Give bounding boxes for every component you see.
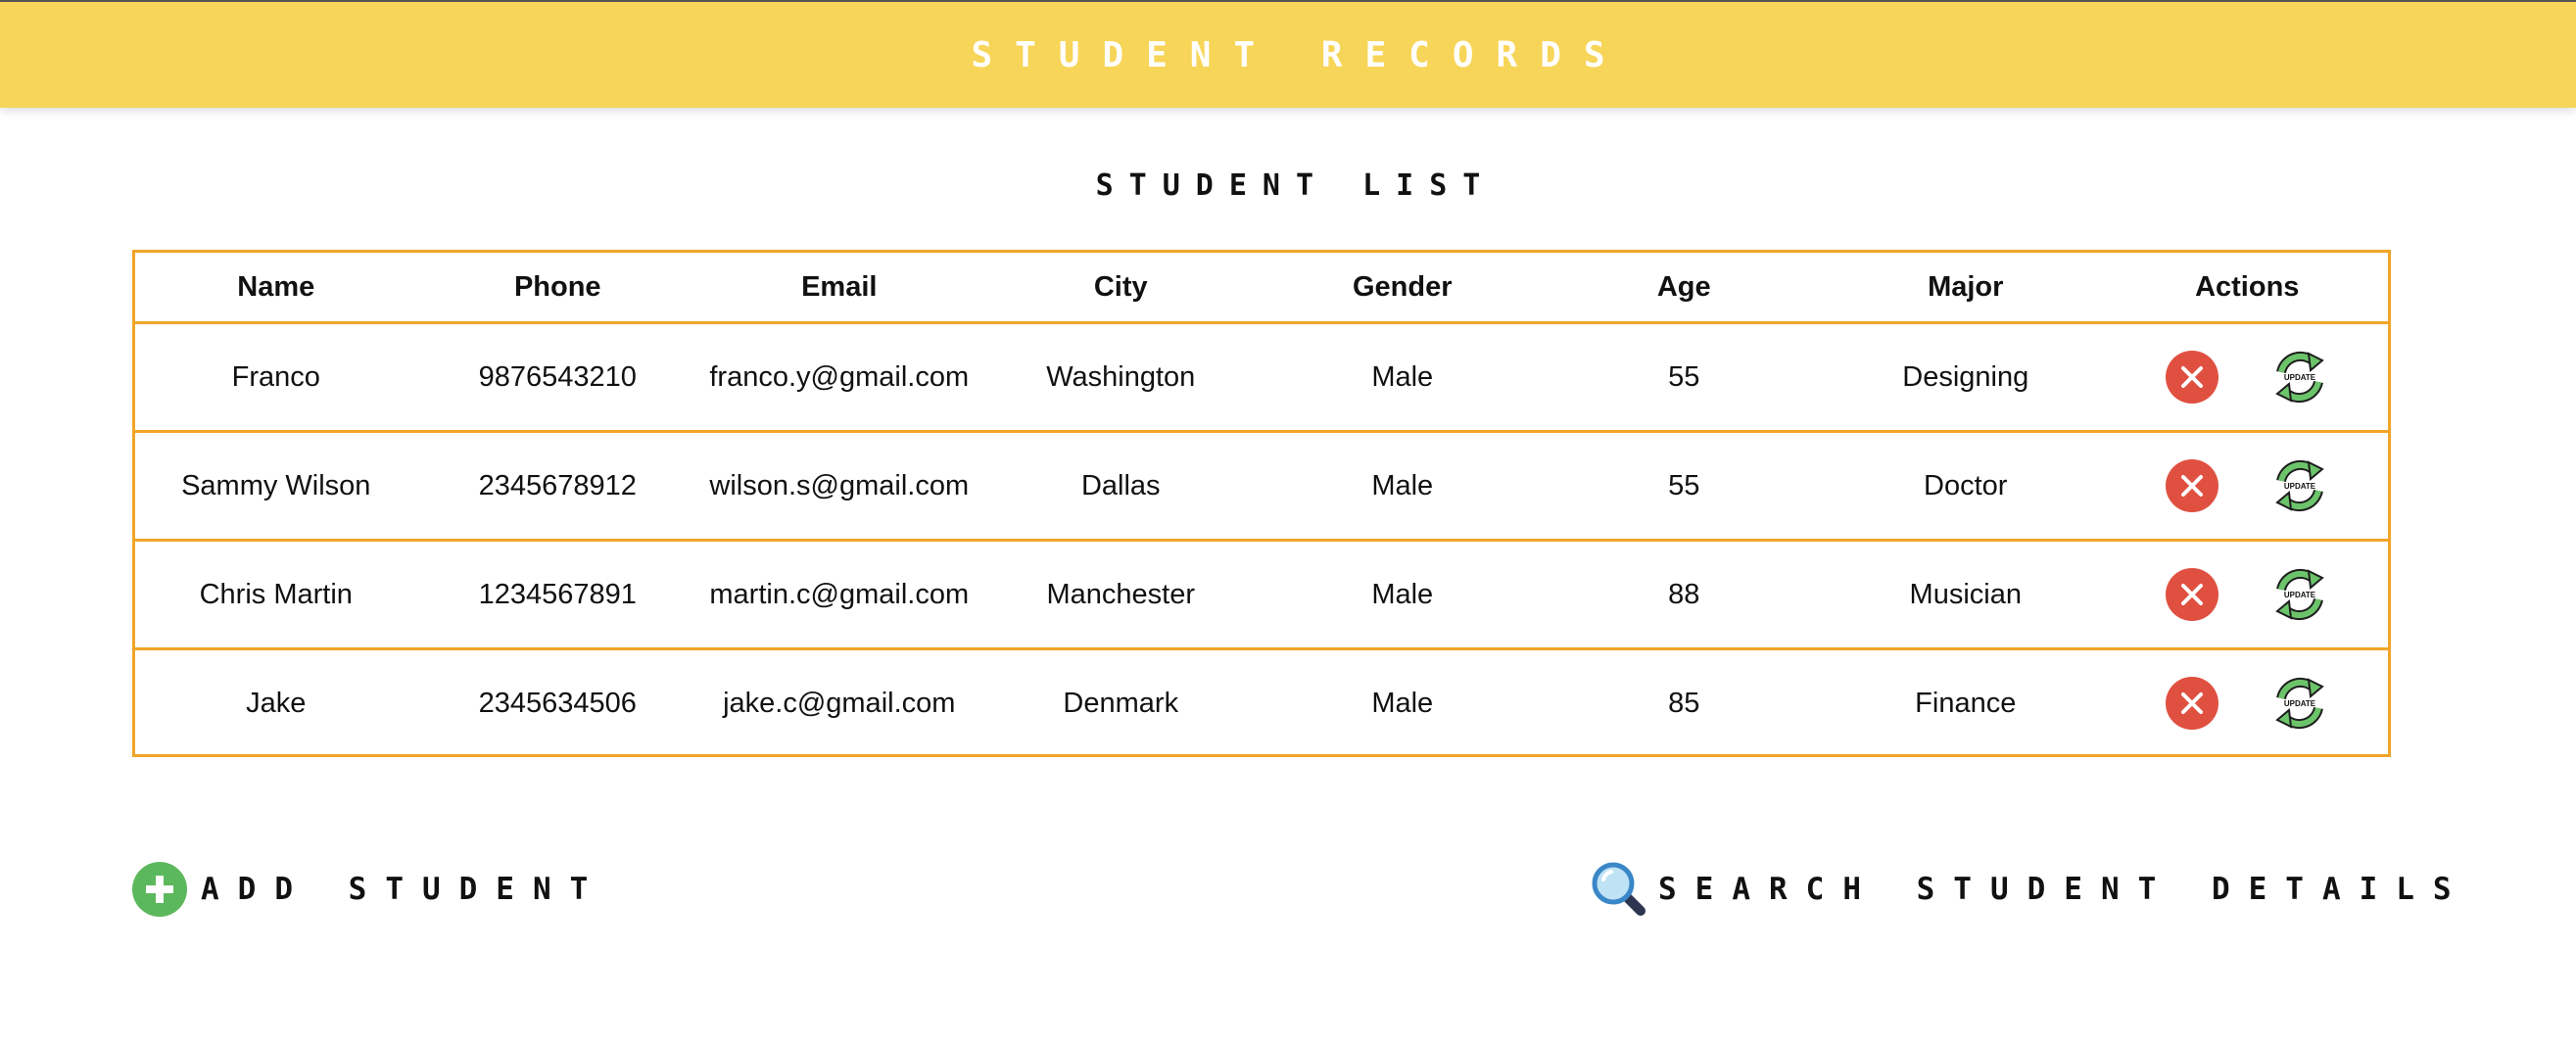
cell-actions: UPDATE	[2107, 675, 2389, 732]
search-student-button[interactable]: SEARCH STUDENT DETAILS	[1590, 862, 2470, 917]
column-header-city: City	[1093, 270, 1148, 303]
column-header-name: Name	[237, 270, 315, 303]
cell-name: Sammy Wilson	[181, 469, 371, 501]
cell-phone: 9876543210	[478, 360, 637, 393]
cell-major: Designing	[1902, 360, 2029, 393]
cell-actions: UPDATE	[2107, 566, 2389, 623]
column-header-major: Major	[1928, 270, 2004, 303]
close-icon	[2181, 692, 2204, 714]
cell-name: Jake	[246, 687, 307, 719]
cell-city: Dallas	[1080, 469, 1161, 501]
close-icon	[2181, 584, 2204, 605]
student-table: Name Phone Email City Gender Age Major A…	[132, 250, 2391, 757]
update-button[interactable]: UPDATE	[2271, 349, 2328, 405]
search-student-label: SEARCH STUDENT DETAILS	[1658, 872, 2470, 907]
add-student-label: ADD STUDENT	[201, 872, 607, 907]
update-button[interactable]: UPDATE	[2271, 457, 2328, 514]
update-icon-text: UPDATE	[2284, 699, 2316, 708]
cell-age: 55	[1668, 360, 1700, 393]
add-student-button[interactable]: ADD STUDENT	[132, 862, 606, 917]
column-header-actions: Actions	[2195, 270, 2300, 303]
table-row: Sammy Wilson 2345678912 wilson.s@gmail.com…	[135, 430, 2388, 539]
delete-button[interactable]	[2166, 459, 2219, 512]
magnifier-icon	[1590, 860, 1648, 919]
cell-phone: 1234567891	[478, 578, 637, 610]
cell-gender: Male	[1371, 578, 1434, 610]
column-header-email: Email	[801, 270, 878, 303]
cell-gender: Male	[1371, 687, 1434, 719]
cell-gender: Male	[1371, 469, 1434, 501]
refresh-icon: UPDATE	[2275, 351, 2325, 404]
cell-email: wilson.s@gmail.com	[709, 469, 970, 501]
cell-email: franco.y@gmail.com	[709, 360, 970, 393]
table-row: Jake 2345634506 jake.c@gmail.com Denmark Mal…	[135, 647, 2388, 756]
update-icon-text: UPDATE	[2284, 482, 2316, 491]
cell-city: Washington	[1046, 360, 1196, 393]
delete-button[interactable]	[2166, 351, 2219, 404]
cell-name: Franco	[231, 360, 320, 393]
update-icon-text: UPDATE	[2284, 591, 2316, 599]
cell-age: 88	[1668, 578, 1700, 610]
cell-major: Doctor	[1924, 469, 2008, 501]
cell-name: Chris Martin	[199, 578, 353, 610]
close-icon	[2181, 366, 2204, 388]
cell-gender: Male	[1371, 360, 1434, 393]
refresh-icon: UPDATE	[2275, 459, 2325, 512]
table-header-row: Name Phone Email City Gender Age Major A…	[135, 253, 2388, 321]
cell-actions: UPDATE	[2107, 349, 2389, 405]
refresh-icon: UPDATE	[2275, 677, 2325, 730]
cell-email: jake.c@gmail.com	[723, 687, 956, 719]
plus-circle-icon	[132, 862, 187, 917]
close-icon	[2181, 475, 2204, 497]
app-header: STUDENT RECORDS	[0, 0, 2576, 108]
app-title: STUDENT RECORDS	[971, 34, 1628, 75]
column-header-gender: Gender	[1352, 270, 1453, 303]
column-header-phone: Phone	[513, 270, 601, 303]
cell-major: Finance	[1915, 687, 2017, 719]
cell-city: Denmark	[1063, 687, 1179, 719]
delete-button[interactable]	[2166, 677, 2219, 730]
column-header-age: Age	[1656, 270, 1711, 303]
cell-major: Musician	[1909, 578, 2022, 610]
cell-city: Manchester	[1046, 578, 1195, 610]
student-list-title: STUDENT LIST	[1095, 168, 1497, 203]
cell-actions: UPDATE	[2107, 457, 2389, 514]
table-row: Franco 9876543210 franco.y@gmail.com Washin…	[135, 321, 2388, 430]
cell-phone: 2345634506	[478, 687, 637, 719]
update-button[interactable]: UPDATE	[2271, 566, 2328, 623]
update-icon-text: UPDATE	[2284, 373, 2316, 382]
cell-age: 85	[1668, 687, 1700, 719]
cell-age: 55	[1668, 469, 1700, 501]
cell-email: martin.c@gmail.com	[709, 578, 970, 610]
refresh-icon: UPDATE	[2275, 568, 2325, 621]
update-button[interactable]: UPDATE	[2271, 675, 2328, 732]
cell-phone: 2345678912	[478, 469, 637, 501]
table-row: Chris Martin 1234567891 martin.c@gmail.com…	[135, 539, 2388, 647]
delete-button[interactable]	[2166, 568, 2219, 621]
